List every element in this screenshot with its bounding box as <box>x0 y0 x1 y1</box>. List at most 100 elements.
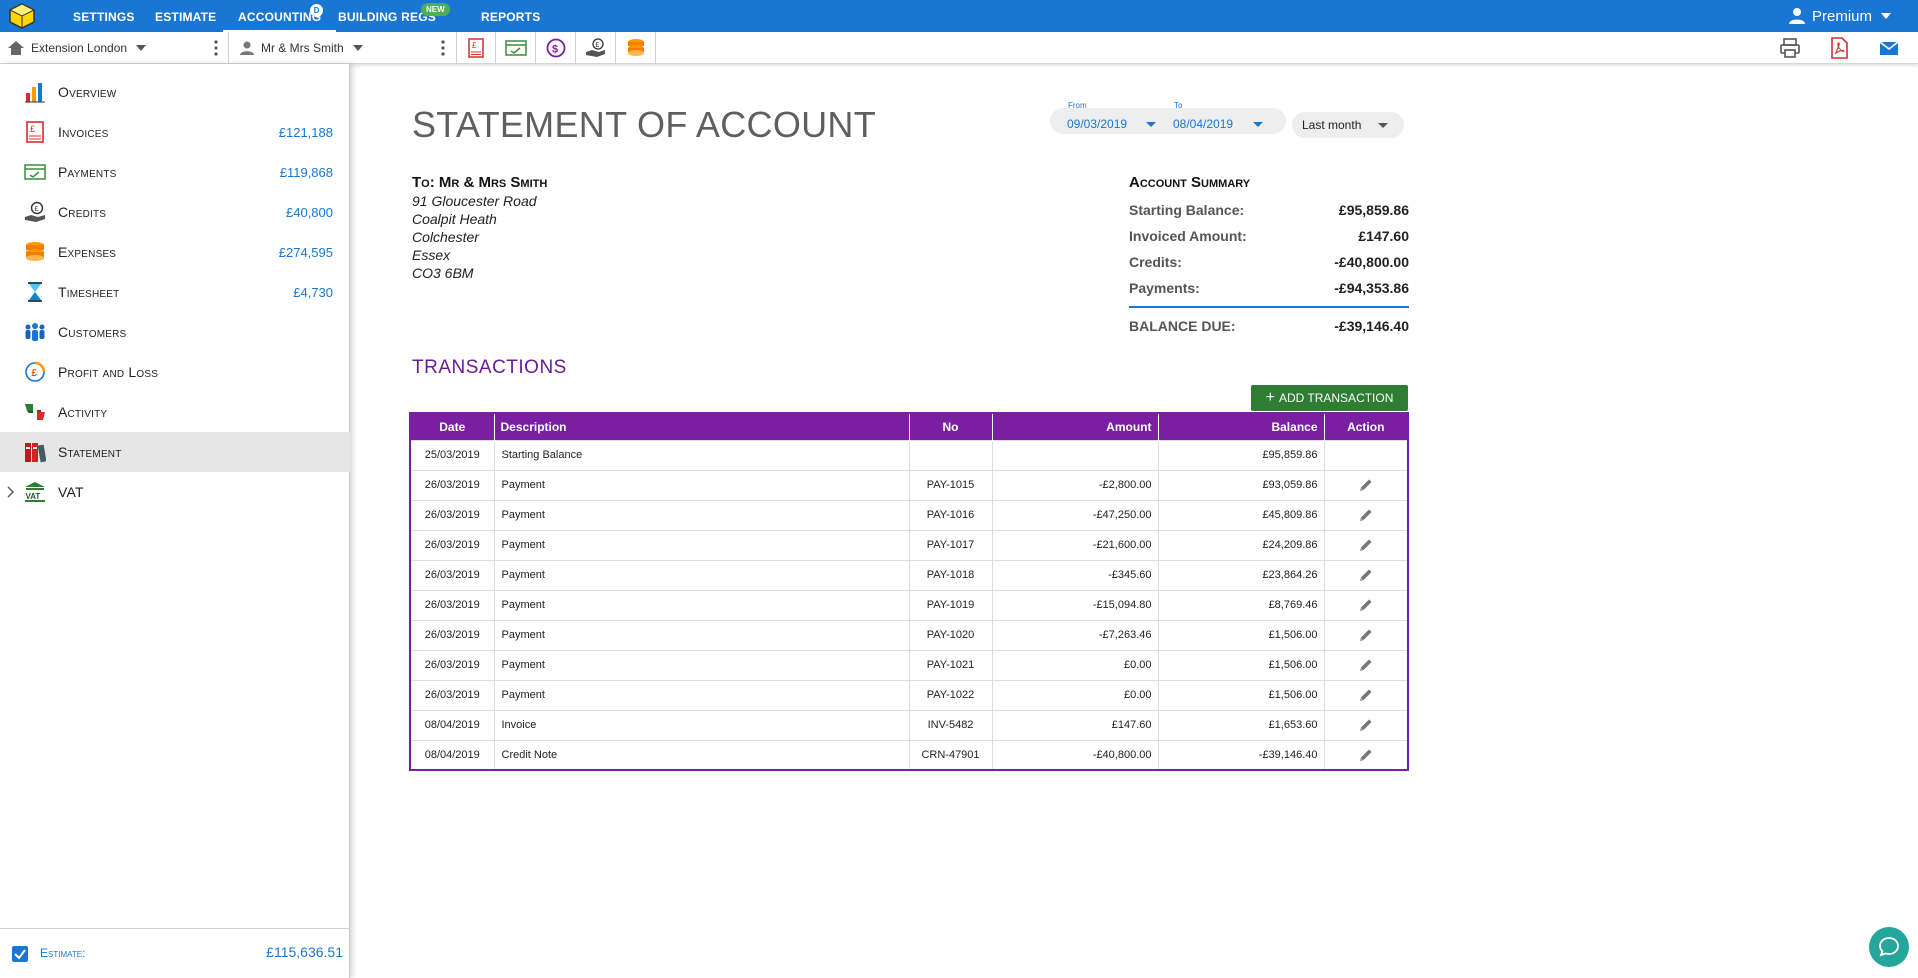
column-header-date[interactable]: Date <box>410 413 494 440</box>
project-select[interactable]: Extension London <box>7 32 147 64</box>
edit-pencil-icon[interactable] <box>1358 687 1374 703</box>
table-row[interactable]: 26/03/2019 Payment PAY-1020 -£7,263.46 £1,50… <box>410 619 1408 650</box>
date-cell: 25/03/2019 <box>410 439 494 470</box>
sidebar-item-payments[interactable]: Payments £119,868 <box>0 152 350 192</box>
amount-cell: -£40,800.00 <box>991 739 1158 770</box>
address-line: 91 Gloucester Road <box>412 193 537 209</box>
edit-pencil-icon[interactable] <box>1358 747 1374 763</box>
nav-tab-reports[interactable]: REPORTS <box>481 0 540 32</box>
edit-pencil-icon[interactable] <box>1358 507 1374 523</box>
date-cell: 26/03/2019 <box>410 529 494 560</box>
sidebar-item-value: £119,868 <box>279 164 333 180</box>
table-row[interactable]: 26/03/2019 Payment PAY-1019 -£15,094.80 £8,7… <box>410 589 1408 620</box>
column-header-balance[interactable]: Balance <box>1157 413 1324 440</box>
nav-tab-estimate[interactable]: ESTIMATE <box>155 0 216 32</box>
project-more-icon[interactable] <box>214 40 218 56</box>
to-date-caret-icon[interactable] <box>1253 122 1263 127</box>
chat-button[interactable] <box>1869 927 1909 967</box>
edit-pencil-icon[interactable] <box>1358 657 1374 673</box>
number-cell: PAY-1019 <box>908 589 992 620</box>
print-icon[interactable] <box>1779 37 1801 59</box>
balance-cell: £8,769.46 <box>1157 589 1324 620</box>
chevron-down-icon <box>1881 13 1891 19</box>
sidebar-item-label: Timesheet <box>58 284 120 300</box>
table-row[interactable]: 26/03/2019 Payment PAY-1017 -£21,600.00 £24,… <box>410 529 1408 560</box>
sidebar-item-statement[interactable]: Statement <box>0 432 350 472</box>
amount-cell: -£7,263.46 <box>991 619 1158 650</box>
app-logo-icon[interactable] <box>8 3 36 29</box>
sidebar-item-vat[interactable]: VAT VAT <box>0 472 350 512</box>
context-toolbar: Extension London Mr & Mrs Smith £ $ £ <box>0 32 1918 64</box>
new-expense-button[interactable]: £ <box>576 32 616 64</box>
edit-pencil-icon[interactable] <box>1358 537 1374 553</box>
edit-pencil-icon[interactable] <box>1358 627 1374 643</box>
address-line: Essex <box>412 247 451 263</box>
chevron-right-icon[interactable] <box>6 486 14 498</box>
table-row[interactable]: 26/03/2019 Payment PAY-1018 -£345.60 £23,864… <box>410 559 1408 590</box>
action-cell <box>1323 649 1408 680</box>
customer-select[interactable]: Mr & Mrs Smith <box>239 32 364 64</box>
number-cell: PAY-1022 <box>908 679 992 710</box>
period-select[interactable]: Last month <box>1292 112 1404 138</box>
balance-cell: £1,653.60 <box>1157 709 1324 740</box>
amount-cell: -£345.60 <box>991 559 1158 590</box>
customer-more-icon[interactable] <box>441 40 445 56</box>
table-header-row: Date Description No Amount Balance Actio… <box>410 413 1408 440</box>
user-menu[interactable]: Premium <box>1788 0 1898 32</box>
new-credit-button[interactable]: $ <box>536 32 576 64</box>
sidebar-item-profit-and-loss[interactable]: £ Profit and Loss <box>0 352 350 392</box>
from-date-caret-icon[interactable] <box>1146 122 1156 127</box>
svg-text:VAT: VAT <box>26 492 41 501</box>
description-cell: Payment <box>493 649 909 680</box>
balance-cell: £23,864.26 <box>1157 559 1324 590</box>
from-date-input[interactable]: 09/03/2019 <box>1067 117 1127 131</box>
new-invoice-button[interactable]: £ <box>456 32 496 64</box>
column-header-amount[interactable]: Amount <box>991 413 1158 440</box>
sidebar-item-activity[interactable]: Activity <box>0 392 350 432</box>
edit-pencil-icon[interactable] <box>1358 477 1374 493</box>
sidebar-item-invoices[interactable]: £ Invoices £121,188 <box>0 112 350 152</box>
sidebar-item-timesheet[interactable]: Timesheet £4,730 <box>0 272 350 312</box>
table-row[interactable]: 26/03/2019 Payment PAY-1015 -£2,800.00 £93,0… <box>410 469 1408 500</box>
transactions-title: TRANSACTIONS <box>412 357 567 378</box>
table-row[interactable]: 08/04/2019 Invoice INV-5482 £147.60 £1,653.6… <box>410 709 1408 740</box>
edit-pencil-icon[interactable] <box>1358 717 1374 733</box>
table-row[interactable]: 08/04/2019 Credit Note CRN-47901 -£40,800.0… <box>410 739 1408 770</box>
new-payment-button[interactable] <box>496 32 536 64</box>
action-cell <box>1323 499 1408 530</box>
date-cell: 26/03/2019 <box>410 499 494 530</box>
table-row[interactable]: 26/03/2019 Payment PAY-1021 £0.00 £1,506.00 <box>410 649 1408 680</box>
edit-pencil-icon[interactable] <box>1358 567 1374 583</box>
nav-tab-settings[interactable]: SETTINGS <box>73 0 135 32</box>
table-row[interactable]: 26/03/2019 Payment PAY-1022 £0.00 £1,506.00 <box>410 679 1408 710</box>
new-badge: NEW <box>421 3 450 16</box>
coins-button[interactable] <box>616 32 656 64</box>
recipient-name: To: Mr & Mrs Smith <box>412 174 548 191</box>
to-date-input[interactable]: 08/04/2019 <box>1173 117 1233 131</box>
sidebar-item-credits[interactable]: £ Credits £40,800 <box>0 192 350 232</box>
edit-pencil-icon[interactable] <box>1358 597 1374 613</box>
table-row[interactable]: 26/03/2019 Payment PAY-1016 -£47,250.00 £45,… <box>410 499 1408 530</box>
summary-label: Starting Balance: <box>1129 202 1245 218</box>
column-header-no[interactable]: No <box>908 413 992 440</box>
description-cell: Payment <box>493 589 909 620</box>
table-row[interactable]: 25/03/2019 Starting Balance £95,859.86 <box>410 439 1408 470</box>
summary-value: £95,859.86 <box>1338 202 1409 218</box>
sidebar-item-label: Customers <box>58 324 127 340</box>
date-cell: 26/03/2019 <box>410 559 494 590</box>
sidebar-item-overview[interactable]: Overview <box>0 72 350 112</box>
plus-icon: + <box>1265 389 1275 406</box>
pdf-icon[interactable] <box>1828 37 1850 59</box>
add-transaction-button[interactable]: + ADD TRANSACTION <box>1251 385 1408 411</box>
summary-label: Invoiced Amount: <box>1129 228 1247 244</box>
sidebar-item-label: Statement <box>58 444 122 460</box>
column-header-description[interactable]: Description <box>493 413 909 440</box>
amount-cell: £0.00 <box>991 649 1158 680</box>
balance-cell: £1,506.00 <box>1157 619 1324 650</box>
sidebar-item-expenses[interactable]: Expenses £274,595 <box>0 232 350 272</box>
action-cell <box>1323 739 1408 770</box>
sidebar-item-customers[interactable]: Customers <box>0 312 350 352</box>
estimate-checkbox[interactable] <box>12 946 28 962</box>
email-icon[interactable] <box>1878 37 1900 59</box>
person-icon <box>240 41 254 55</box>
